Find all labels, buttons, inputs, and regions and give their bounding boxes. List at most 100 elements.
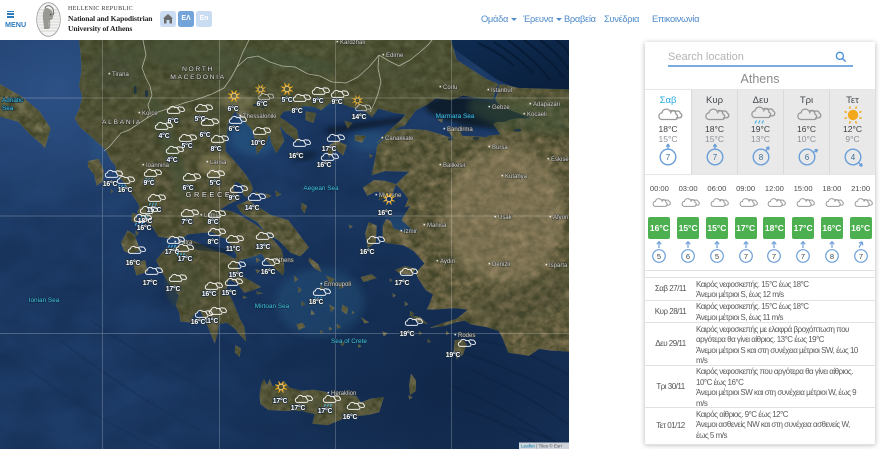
svg-text:Izmir: Izmir xyxy=(404,229,417,235)
svg-text:Kardzhali: Kardzhali xyxy=(340,40,365,46)
svg-text:Eskisehir: Eskisehir xyxy=(551,157,569,163)
svg-text:17°C: 17°C xyxy=(143,279,158,287)
svg-text:7: 7 xyxy=(713,153,718,162)
svg-text:Gebze: Gebze xyxy=(492,105,510,111)
svg-text:11°C: 11°C xyxy=(204,317,218,325)
svg-text:17°C: 17°C xyxy=(322,145,337,153)
svg-text:Canakkale: Canakkale xyxy=(385,136,414,142)
svg-text:Isparta: Isparta xyxy=(549,263,568,269)
svg-text:Adapazari: Adapazari xyxy=(533,102,560,108)
svg-text:MACEDONIA: MACEDONIA xyxy=(170,74,226,81)
svg-text:5: 5 xyxy=(657,252,661,261)
svg-text:16°C: 16°C xyxy=(126,259,141,267)
svg-text:9°C: 9°C xyxy=(313,97,324,105)
svg-text:ALBANIA: ALBANIA xyxy=(102,119,142,126)
svg-text:Denizli: Denizli xyxy=(492,262,510,268)
svg-text:6°C: 6°C xyxy=(257,100,268,108)
svg-text:Aegean Sea: Aegean Sea xyxy=(303,185,339,192)
svg-text:Aydin: Aydin xyxy=(440,259,455,265)
svg-text:16°C: 16°C xyxy=(103,180,118,188)
svg-text:Mirtoan Sea: Mirtoan Sea xyxy=(255,303,290,310)
svg-text:14°C: 14°C xyxy=(245,204,260,212)
svg-text:17°C: 17°C xyxy=(273,397,288,405)
svg-text:16°C: 16°C xyxy=(118,186,133,194)
svg-text:16°C: 16°C xyxy=(137,224,152,232)
svg-text:NORTH: NORTH xyxy=(182,66,214,73)
svg-text:6°C: 6°C xyxy=(183,184,194,192)
svg-text:7: 7 xyxy=(859,252,863,261)
svg-text:16°C: 16°C xyxy=(261,268,276,276)
svg-text:9°C: 9°C xyxy=(229,194,240,202)
svg-text:7: 7 xyxy=(772,252,776,261)
svg-text:19°C: 19°C xyxy=(446,351,461,359)
svg-text:18°C: 18°C xyxy=(309,298,324,306)
svg-text:Ionian Sea: Ionian Sea xyxy=(29,297,60,304)
svg-text:16°C: 16°C xyxy=(191,318,206,326)
svg-text:19°C: 19°C xyxy=(400,330,415,338)
svg-text:17°C: 17°C xyxy=(291,404,306,412)
svg-text:Sea: Sea xyxy=(2,105,14,112)
svg-text:Corlu: Corlu xyxy=(443,85,457,91)
svg-text:6: 6 xyxy=(686,252,690,261)
svg-text:8: 8 xyxy=(830,252,834,261)
svg-text:8°C: 8°C xyxy=(208,238,219,246)
svg-text:Rodes: Rodes xyxy=(458,333,475,339)
svg-text:5: 5 xyxy=(715,252,719,261)
svg-text:8°C: 8°C xyxy=(211,145,222,153)
svg-text:Balikesir: Balikesir xyxy=(443,163,466,169)
svg-text:4°C: 4°C xyxy=(159,132,170,140)
svg-text:16°C: 16°C xyxy=(289,152,304,160)
svg-text:16°C: 16°C xyxy=(317,161,332,169)
svg-text:6°C: 6°C xyxy=(168,117,179,125)
svg-text:Kutahya: Kutahya xyxy=(505,174,528,180)
svg-text:Larisa: Larisa xyxy=(210,160,227,166)
svg-text:5°C: 5°C xyxy=(210,179,221,187)
svg-text:Adriatic: Adriatic xyxy=(2,97,24,104)
svg-text:16°C: 16°C xyxy=(343,413,358,421)
svg-text:13°C: 13°C xyxy=(256,243,271,251)
svg-text:17°C: 17°C xyxy=(395,279,410,287)
svg-text:Usak: Usak xyxy=(498,215,513,221)
svg-text:11°C: 11°C xyxy=(226,245,240,253)
svg-text:Kocaeli: Kocaeli xyxy=(527,112,547,118)
svg-text:17°C: 17°C xyxy=(318,407,333,415)
svg-text:Sea of Crete: Sea of Crete xyxy=(331,338,367,345)
svg-text:6°C: 6°C xyxy=(228,105,239,113)
svg-text:15°C: 15°C xyxy=(229,271,244,279)
svg-text:7: 7 xyxy=(801,252,805,261)
svg-text:17°C: 17°C xyxy=(178,255,193,263)
svg-text:Korce: Korce xyxy=(142,111,158,117)
svg-text:6°C: 6°C xyxy=(200,131,211,139)
svg-text:Bandirma: Bandirma xyxy=(447,127,473,133)
svg-text:14°C: 14°C xyxy=(352,113,367,121)
svg-text:7: 7 xyxy=(744,252,748,261)
svg-text:Manisa: Manisa xyxy=(427,223,447,229)
svg-text:7: 7 xyxy=(666,153,671,162)
svg-text:Marmara Sea: Marmara Sea xyxy=(436,113,475,120)
svg-text:16°C: 16°C xyxy=(360,248,375,256)
svg-text:8°C: 8°C xyxy=(208,218,219,226)
svg-text:15°C: 15°C xyxy=(222,289,237,297)
svg-text:6: 6 xyxy=(805,153,810,162)
svg-text:9°C: 9°C xyxy=(332,98,343,106)
svg-text:10°C: 10°C xyxy=(251,139,266,147)
svg-text:Ermoupoli: Ermoupoli xyxy=(324,282,351,288)
svg-text:Bursa: Bursa xyxy=(492,145,508,151)
svg-text:8: 8 xyxy=(759,153,764,162)
svg-text:Istanbul: Istanbul xyxy=(491,88,512,94)
svg-text:16°C: 16°C xyxy=(378,209,393,217)
svg-text:9°C: 9°C xyxy=(144,179,155,187)
svg-text:6°C: 6°C xyxy=(229,125,240,133)
svg-text:4: 4 xyxy=(851,153,856,162)
svg-text:Tirana: Tirana xyxy=(112,72,129,78)
svg-text:Afyon: Afyon xyxy=(553,215,568,221)
svg-text:8°C: 8°C xyxy=(292,107,303,115)
svg-text:Leaflet | Tiles © Esri: Leaflet | Tiles © Esri xyxy=(521,443,562,449)
svg-text:Edirne: Edirne xyxy=(386,53,404,59)
svg-text:5°C: 5°C xyxy=(282,96,293,104)
svg-text:4°C: 4°C xyxy=(167,156,178,164)
svg-text:7°C: 7°C xyxy=(182,218,193,226)
svg-text:Thessaloniki: Thessaloniki xyxy=(243,114,276,120)
svg-text:17°C: 17°C xyxy=(166,285,181,293)
svg-text:16°C: 16°C xyxy=(202,290,217,298)
